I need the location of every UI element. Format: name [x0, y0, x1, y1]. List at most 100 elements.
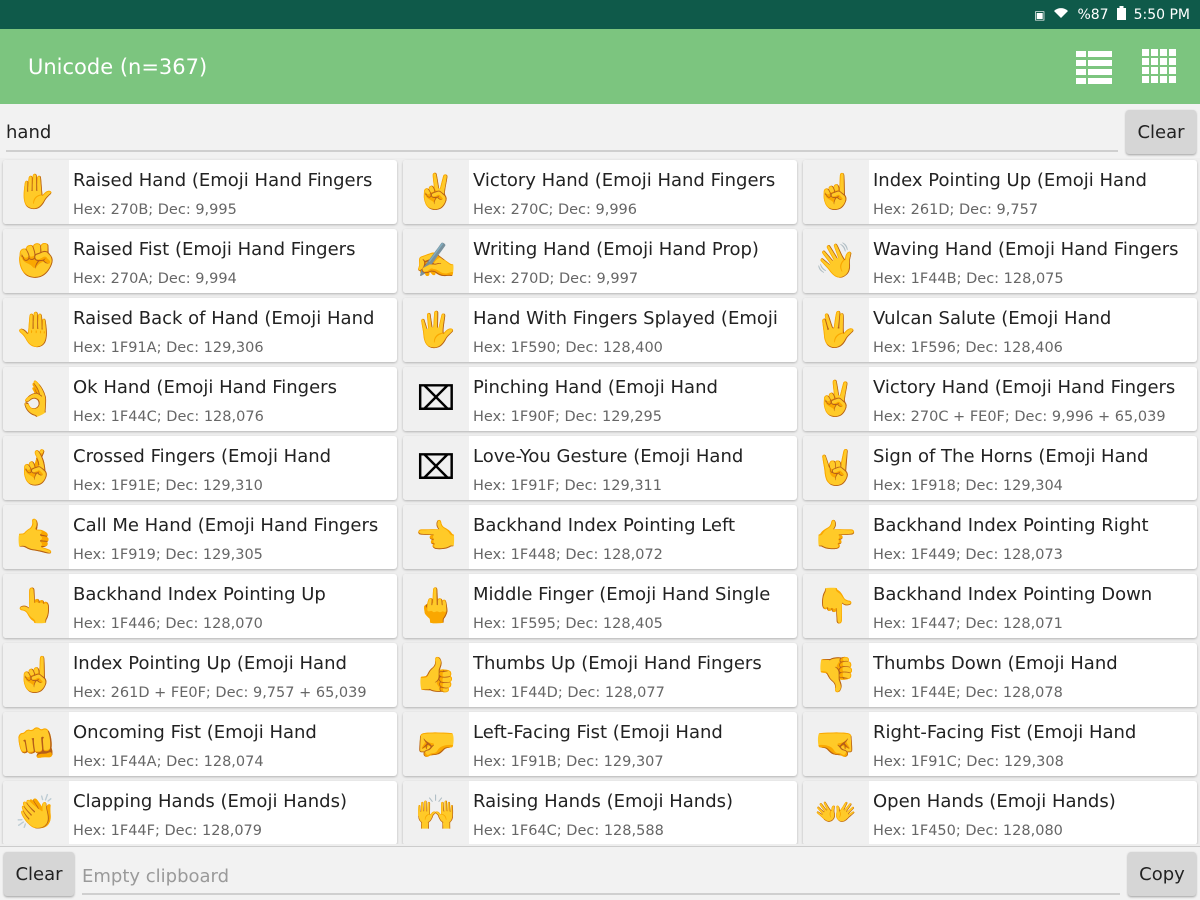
emoji-name: Vulcan Salute (Emoji Hand — [873, 308, 1112, 329]
emoji-name: Raised Fist (Emoji Hand Fingers — [73, 239, 356, 260]
list-item[interactable]: ☝️ Index Pointing Up (Emoji Hand Hex: 261D… — [803, 160, 1197, 224]
emoji-glyph: 🖕 — [403, 574, 469, 638]
list-item[interactable]: 👎 Thumbs Down (Emoji Hand Hex: 1F44E; Dec:… — [803, 643, 1197, 707]
emoji-name: Ok Hand (Emoji Hand Fingers — [73, 377, 337, 398]
list-item[interactable]: 🤞 Crossed Fingers (Emoji Hand Hex: 1F91E; … — [3, 436, 397, 500]
list-item[interactable]: ⌧ Pinching Hand (Emoji Hand Hex: 1F90F; De… — [403, 367, 797, 431]
emoji-glyph: ✌️ — [403, 160, 469, 224]
emoji-codes: Hex: 1F448; Dec: 128,072 — [473, 547, 663, 563]
emoji-name: Backhand Index Pointing Down — [873, 584, 1153, 605]
emoji-name: Backhand Index Pointing Left — [473, 515, 736, 536]
emoji-codes: Hex: 1F91B; Dec: 129,307 — [473, 754, 664, 770]
emoji-name: Open Hands (Emoji Hands) — [873, 791, 1116, 812]
emoji-glyph: ☝️ — [3, 643, 69, 707]
list-item[interactable]: ⌧ Love-You Gesture (Emoji Hand Hex: 1F91F;… — [403, 436, 797, 500]
emoji-name: Thumbs Down (Emoji Hand — [873, 653, 1118, 674]
list-item[interactable]: 🤛 Left-Facing Fist (Emoji Hand Hex: 1F91B;… — [403, 712, 797, 776]
emoji-codes: Hex: 270A; Dec: 9,994 — [73, 271, 237, 287]
list-item[interactable]: 👈 Backhand Index Pointing Left Hex: 1F448;… — [403, 505, 797, 569]
clear-clipboard-button[interactable]: Clear — [4, 852, 74, 896]
emoji-glyph: 👈 — [403, 505, 469, 569]
emoji-name: Crossed Fingers (Emoji Hand — [73, 446, 332, 467]
emoji-codes: Hex: 270D; Dec: 9,997 — [473, 271, 639, 287]
list-item[interactable]: 🖕 Middle Finger (Emoji Hand Single Hex: 1F… — [403, 574, 797, 638]
emoji-glyph: ☝️ — [803, 160, 869, 224]
list-item[interactable]: 🙌 Raising Hands (Emoji Hands) Hex: 1F64C; … — [403, 781, 797, 844]
emoji-codes: Hex: 270C; Dec: 9,996 — [473, 202, 638, 218]
list-item[interactable]: 👍 Thumbs Up (Emoji Hand Fingers Hex: 1F44D… — [403, 643, 797, 707]
list-item[interactable]: ☝️ Index Pointing Up (Emoji Hand Hex: 261D… — [3, 643, 397, 707]
list-item[interactable]: 👋 Waving Hand (Emoji Hand Fingers Hex: 1F4… — [803, 229, 1197, 293]
list-item[interactable]: ✊ Raised Fist (Emoji Hand Fingers Hex: 270… — [3, 229, 397, 293]
battery-percent: %87 — [1077, 6, 1109, 23]
list-item[interactable]: 🤙 Call Me Hand (Emoji Hand Fingers Hex: 1F… — [3, 505, 397, 569]
list-item[interactable]: 🤜 Right-Facing Fist (Emoji Hand Hex: 1F91C… — [803, 712, 1197, 776]
notification-icon: ▣ — [1034, 7, 1046, 22]
emoji-codes: Hex: 1F447; Dec: 128,071 — [873, 616, 1063, 632]
emoji-name: Victory Hand (Emoji Hand Fingers — [473, 170, 776, 191]
list-item[interactable]: 🖖 Vulcan Salute (Emoji Hand Hex: 1F596; De… — [803, 298, 1197, 362]
list-item[interactable]: 🤘 Sign of The Horns (Emoji Hand Hex: 1F918… — [803, 436, 1197, 500]
list-view-icon[interactable] — [1074, 47, 1114, 87]
list-item[interactable]: 🖐️ Hand With Fingers Splayed (Emoji Hex: 1… — [403, 298, 797, 362]
emoji-glyph: 🤘 — [803, 436, 869, 500]
emoji-name: Backhand Index Pointing Up — [73, 584, 326, 605]
emoji-codes: Hex: 1F91C; Dec: 129,308 — [873, 754, 1064, 770]
emoji-codes: Hex: 1F446; Dec: 128,070 — [73, 616, 263, 632]
emoji-codes: Hex: 1F590; Dec: 128,400 — [473, 340, 663, 356]
emoji-glyph: 👌 — [3, 367, 69, 431]
emoji-codes: Hex: 1F91A; Dec: 129,306 — [73, 340, 264, 356]
emoji-name: Backhand Index Pointing Right — [873, 515, 1149, 536]
emoji-glyph: ✊ — [3, 229, 69, 293]
emoji-codes: Hex: 1F44E; Dec: 128,078 — [873, 685, 1063, 701]
emoji-glyph: 👎 — [803, 643, 869, 707]
list-item[interactable]: 👐 Open Hands (Emoji Hands) Hex: 1F450; Dec… — [803, 781, 1197, 844]
emoji-name: Index Pointing Up (Emoji Hand — [73, 653, 347, 674]
emoji-name: Raising Hands (Emoji Hands) — [473, 791, 734, 812]
emoji-codes: Hex: 1F64C; Dec: 128,588 — [473, 823, 664, 839]
grid-view-icon[interactable] — [1140, 47, 1180, 87]
list-item[interactable]: ✌️ Victory Hand (Emoji Hand Fingers Hex: 2… — [803, 367, 1197, 431]
emoji-glyph: 👋 — [803, 229, 869, 293]
emoji-codes: Hex: 1F44A; Dec: 128,074 — [73, 754, 264, 770]
list-item[interactable]: 👉 Backhand Index Pointing Right Hex: 1F449… — [803, 505, 1197, 569]
emoji-codes: Hex: 1F919; Dec: 129,305 — [73, 547, 263, 563]
emoji-name: Hand With Fingers Splayed (Emoji — [473, 308, 778, 329]
emoji-name: Index Pointing Up (Emoji Hand — [873, 170, 1147, 191]
emoji-glyph: 👊 — [3, 712, 69, 776]
emoji-glyph: 🤜 — [803, 712, 869, 776]
list-item[interactable]: 👇 Backhand Index Pointing Down Hex: 1F447;… — [803, 574, 1197, 638]
list-item[interactable]: 👌 Ok Hand (Emoji Hand Fingers Hex: 1F44C; … — [3, 367, 397, 431]
emoji-glyph: ✌️ — [803, 367, 869, 431]
search-input[interactable] — [6, 114, 1118, 152]
emoji-codes: Hex: 1F90F; Dec: 129,295 — [473, 409, 663, 425]
emoji-name: Thumbs Up (Emoji Hand Fingers — [473, 653, 762, 674]
clipboard-input[interactable] — [82, 859, 1120, 895]
list-item[interactable]: ✌️ Victory Hand (Emoji Hand Fingers Hex: 2… — [403, 160, 797, 224]
emoji-glyph: ⌧ — [403, 367, 469, 431]
copy-button[interactable]: Copy — [1128, 852, 1196, 896]
emoji-glyph: 🙌 — [403, 781, 469, 844]
page-title: Unicode (n=367) — [28, 54, 208, 79]
list-item[interactable]: 👆 Backhand Index Pointing Up Hex: 1F446; D… — [3, 574, 397, 638]
emoji-codes: Hex: 1F91E; Dec: 129,310 — [73, 478, 263, 494]
emoji-glyph: 🖖 — [803, 298, 869, 362]
emoji-glyph: 👐 — [803, 781, 869, 844]
emoji-codes: Hex: 270B; Dec: 9,995 — [73, 202, 237, 218]
list-item[interactable]: 👊 Oncoming Fist (Emoji Hand Hex: 1F44A; De… — [3, 712, 397, 776]
emoji-codes: Hex: 261D; Dec: 9,757 — [873, 202, 1039, 218]
emoji-glyph: 👍 — [403, 643, 469, 707]
emoji-codes: Hex: 1F44C; Dec: 128,076 — [73, 409, 264, 425]
emoji-name: Middle Finger (Emoji Hand Single — [473, 584, 771, 605]
clear-search-button[interactable]: Clear — [1126, 110, 1196, 154]
emoji-name: Writing Hand (Emoji Hand Prop) — [473, 239, 759, 260]
list-item[interactable]: ✋ Raised Hand (Emoji Hand Fingers Hex: 270… — [3, 160, 397, 224]
emoji-name: Sign of The Horns (Emoji Hand — [873, 446, 1149, 467]
emoji-glyph: 🤚 — [3, 298, 69, 362]
list-item[interactable]: 👏 Clapping Hands (Emoji Hands) Hex: 1F44F;… — [3, 781, 397, 844]
app-bar: Unicode (n=367) — [0, 29, 1200, 104]
list-item[interactable]: 🤚 Raised Back of Hand (Emoji Hand Hex: 1F9… — [3, 298, 397, 362]
emoji-codes: Hex: 1F91F; Dec: 129,311 — [473, 478, 663, 494]
emoji-glyph: ✍️ — [403, 229, 469, 293]
list-item[interactable]: ✍️ Writing Hand (Emoji Hand Prop) Hex: 270… — [403, 229, 797, 293]
